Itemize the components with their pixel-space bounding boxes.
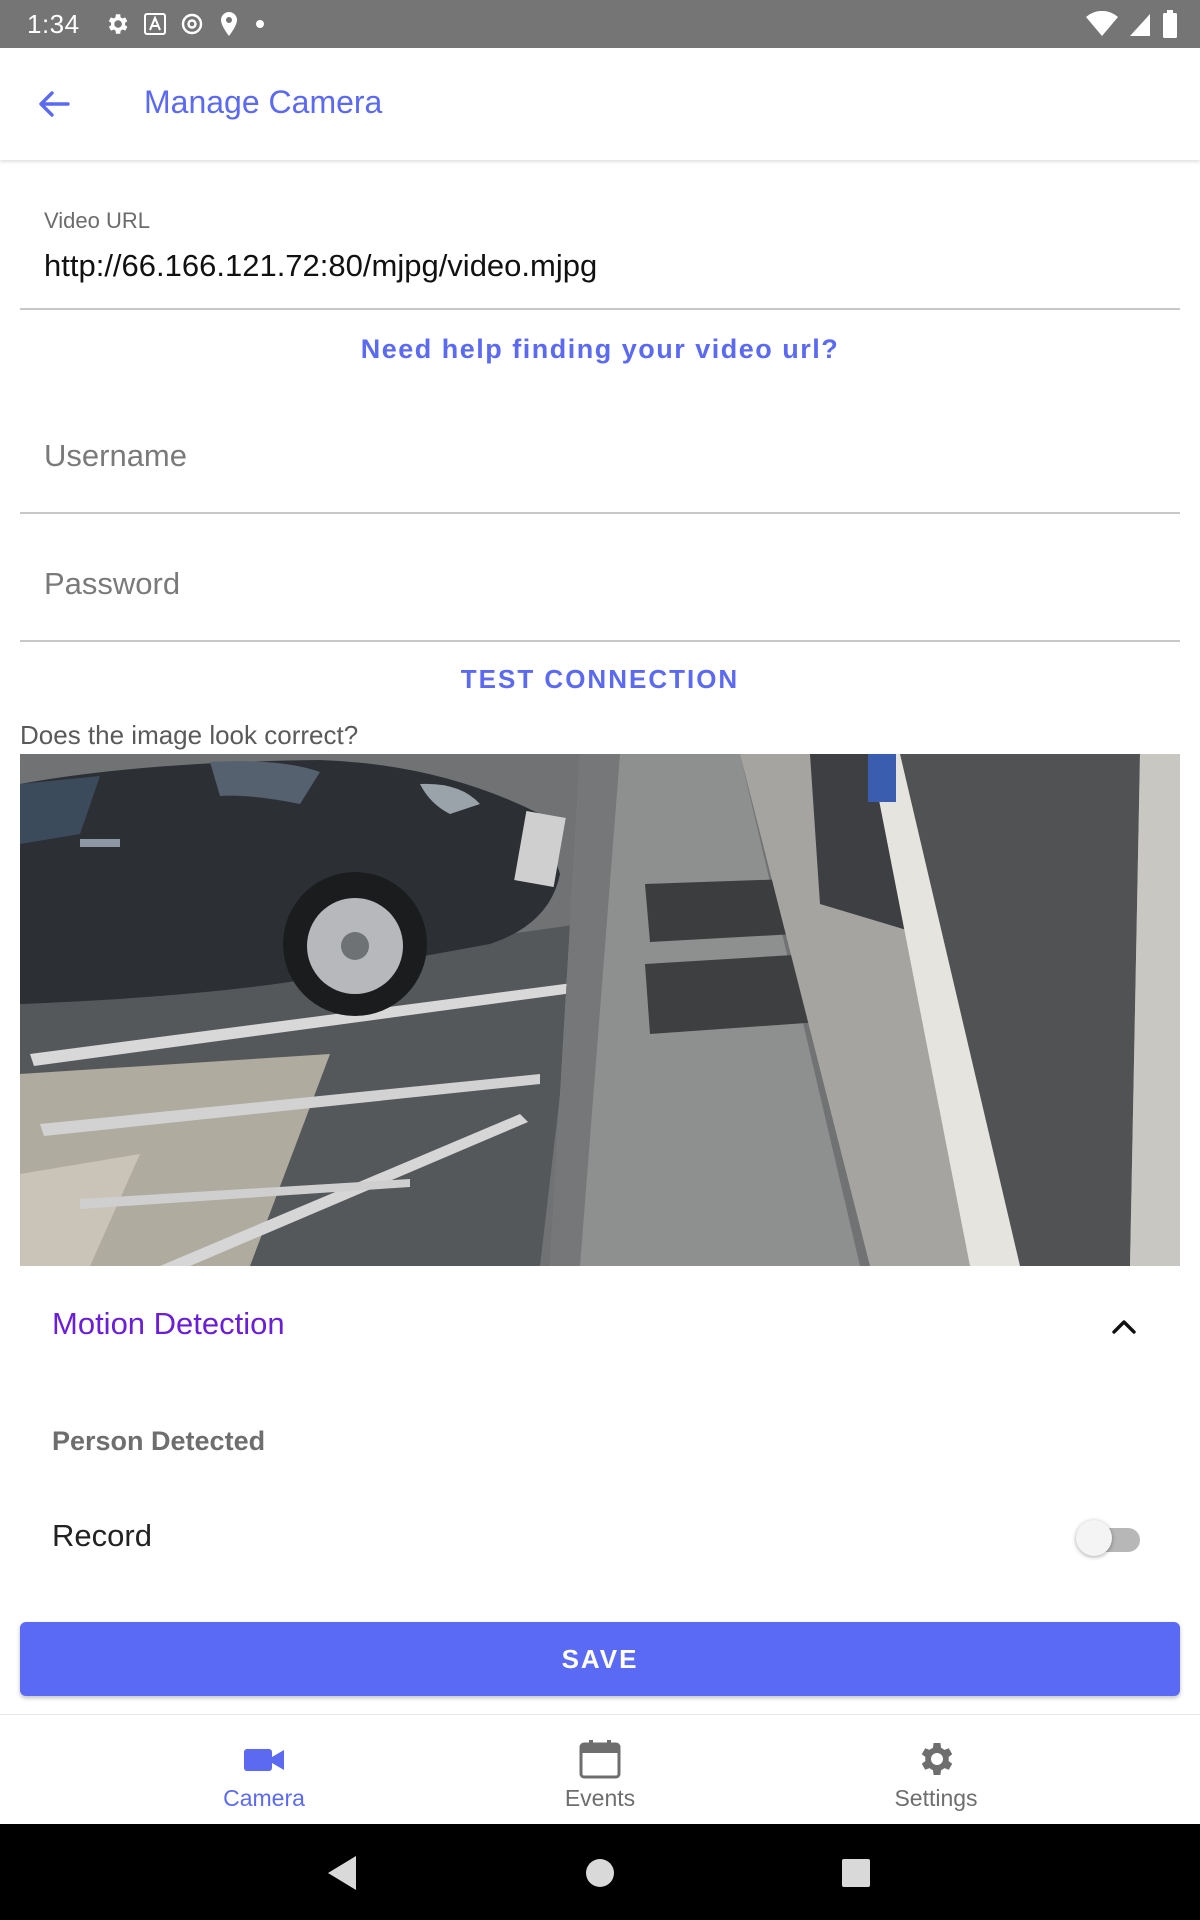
arrow-back-icon[interactable] xyxy=(34,84,74,124)
chevron-up-icon[interactable] xyxy=(1106,1308,1142,1344)
system-navigation-bar xyxy=(0,1824,1200,1920)
home-circle-icon[interactable] xyxy=(577,1850,623,1896)
password-input[interactable] xyxy=(44,562,1154,606)
recents-square-icon[interactable] xyxy=(833,1850,879,1896)
nav-settings[interactable]: Settings xyxy=(836,1715,1036,1825)
at-sign-icon xyxy=(181,13,203,35)
battery-icon xyxy=(1163,10,1177,38)
person-detected-heading: Person Detected xyxy=(52,1426,266,1456)
dot-icon xyxy=(256,20,264,28)
video-url-label: Video URL xyxy=(44,208,150,233)
status-bar: 1:34 xyxy=(0,0,1200,48)
image-check-question: Does the image look correct? xyxy=(20,720,359,750)
font-a-icon xyxy=(144,13,166,35)
bottom-navigation: Camera Events Settings xyxy=(0,1714,1200,1825)
back-triangle-icon[interactable] xyxy=(320,1850,366,1896)
record-label: Record xyxy=(52,1518,152,1553)
nav-camera[interactable]: Camera xyxy=(164,1715,364,1825)
wifi-icon xyxy=(1086,11,1118,36)
test-connection-button[interactable]: TEST CONNECTION xyxy=(0,664,1200,695)
settings-icon xyxy=(108,14,128,34)
gear-icon xyxy=(921,1743,953,1775)
nav-events-label: Events xyxy=(564,1785,636,1811)
save-button[interactable]: SAVE xyxy=(20,1622,1180,1696)
record-toggle[interactable] xyxy=(1076,1516,1144,1556)
camera-preview-image xyxy=(20,754,1180,1266)
nav-events[interactable]: Events xyxy=(500,1715,700,1825)
nav-camera-label: Camera xyxy=(223,1785,305,1811)
status-left-icons xyxy=(104,10,266,38)
help-video-url-link[interactable]: Need help finding your video url? xyxy=(0,334,1200,365)
password-field[interactable] xyxy=(20,548,1180,642)
nav-settings-label: Settings xyxy=(894,1785,978,1811)
location-pin-icon xyxy=(221,12,237,36)
username-field[interactable] xyxy=(20,420,1180,514)
status-right-icons xyxy=(1086,10,1178,38)
status-time: 1:34 xyxy=(27,9,80,39)
record-toggle-thumb xyxy=(1076,1520,1112,1556)
username-input[interactable] xyxy=(44,434,1154,478)
page-title: Manage Camera xyxy=(144,84,383,120)
calendar-icon xyxy=(579,1740,621,1779)
video-url-input[interactable] xyxy=(44,246,1154,286)
motion-detection-title: Motion Detection xyxy=(52,1306,285,1341)
cell-signal-icon xyxy=(1130,14,1150,36)
videocam-icon xyxy=(244,1749,284,1771)
video-url-field[interactable]: Video URL xyxy=(20,196,1180,310)
app-bar: Manage Camera xyxy=(0,48,1200,160)
